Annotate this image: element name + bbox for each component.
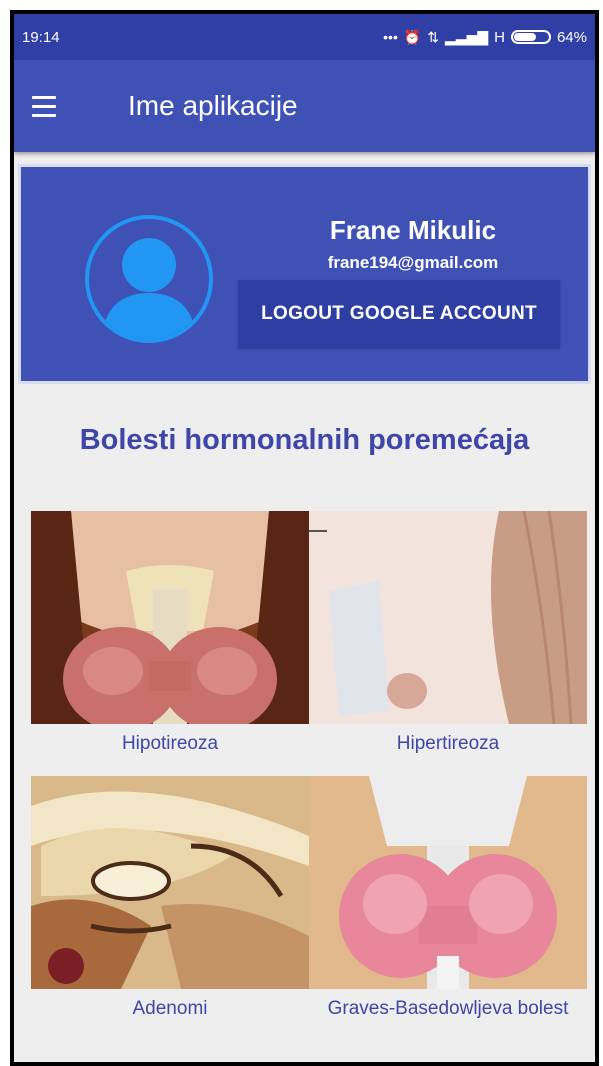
status-bar: 19:14 ••• ⏰ ⇅ ▂▃▅▇ H 64% [14, 14, 595, 60]
user-name: Frane Mikulic [329, 215, 497, 245]
tile-label: Graves-Basedowljeva bolest [327, 998, 569, 1019]
network-type: H [494, 28, 505, 46]
status-icons: ••• ⏰ ⇅ ▂▃▅▇ H 64% [383, 29, 587, 46]
more-icon: ••• [383, 29, 398, 45]
data-arrows-icon: ⇅ [427, 28, 440, 45]
tile-adenomi[interactable]: Adenomi [31, 776, 309, 1021]
signal-icon: ▂▃▅▇ [445, 28, 489, 45]
section-title: Bolesti hormonalnih poremećaja [79, 424, 530, 456]
alarm-icon: ⏰ [403, 28, 422, 45]
user-email: frane194@gmail.com [327, 253, 499, 272]
app-screen: 19:14 ••• ⏰ ⇅ ▂▃▅▇ H 64% Ime aplikacije [14, 14, 595, 1062]
tile-label: Adenomi [132, 998, 208, 1019]
tile-hipotireoza[interactable]: Hipotireoza [31, 511, 309, 756]
thyroid-gland-illustration [309, 776, 587, 989]
hamburger-menu-icon[interactable] [32, 76, 92, 136]
battery-fill [513, 33, 536, 41]
battery-percent: 64% [556, 28, 587, 46]
phone-frame: 19:14 ••• ⏰ ⇅ ▂▃▅▇ H 64% Ime aplikacije [10, 10, 599, 1066]
app-title: Ime aplikacije [128, 90, 298, 121]
neck-illustration [309, 511, 587, 724]
battery-icon [510, 30, 551, 44]
tile-graves-basedowljeva-bolest[interactable]: Graves-Basedowljeva bolest [309, 776, 587, 1021]
person-avatar-icon [85, 215, 213, 343]
app-bar: Ime aplikacije [14, 60, 595, 152]
logout-google-account-button[interactable]: LOGOUT GOOGLE ACCOUNT [238, 280, 560, 348]
tile-hipertireoza[interactable]: Hipertireoza [309, 511, 587, 756]
status-time: 19:14 [22, 28, 60, 46]
brain-section-illustration [31, 776, 309, 989]
thyroid-illustration [31, 511, 309, 724]
profile-card: Frane Mikulic frane194@gmail.com LOGOUT … [18, 164, 591, 384]
tile-label: Hipotireoza [121, 733, 219, 754]
tile-label: Hipertireoza [396, 733, 500, 754]
